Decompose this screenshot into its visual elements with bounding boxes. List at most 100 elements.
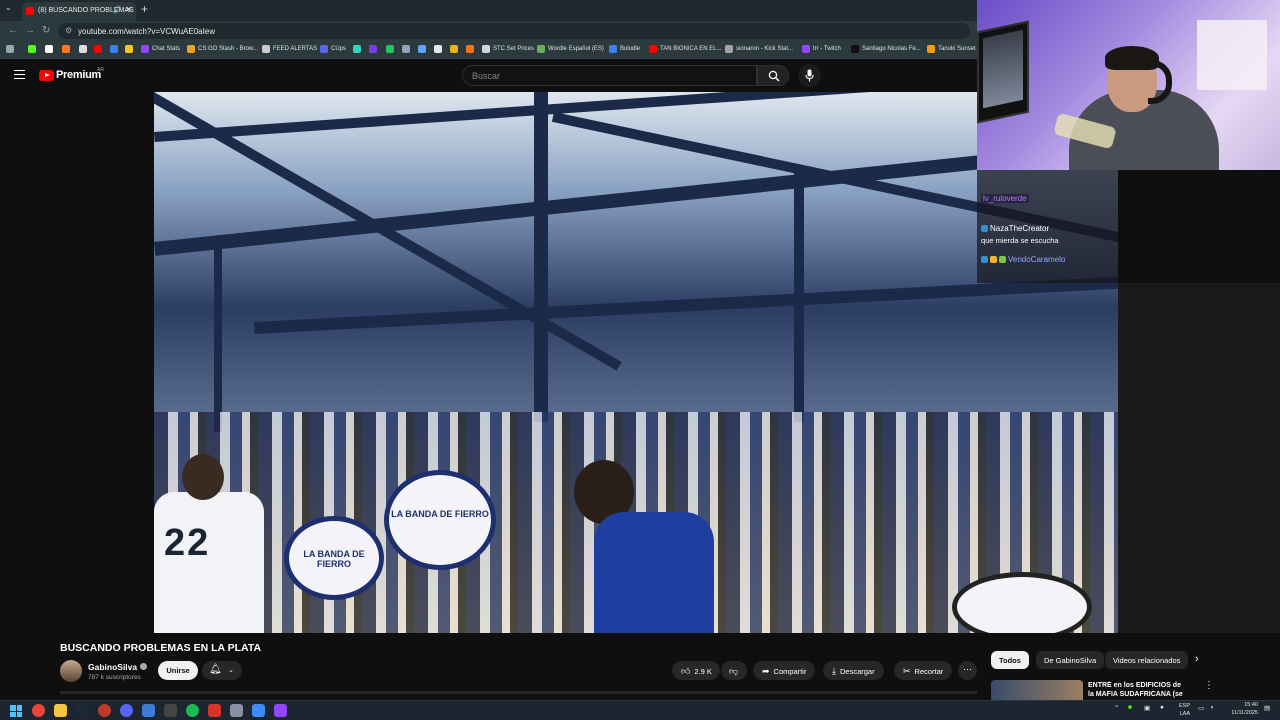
bookmark-stc-set-prices[interactable]: STC Set Prices (482, 45, 534, 53)
app-icon[interactable] (230, 704, 243, 717)
twitch-icon[interactable] (274, 704, 287, 717)
video-player[interactable]: 22 LA BANDA DE FIERRO LA BANDA DE FIERRO (154, 92, 1118, 633)
tray-app-icon[interactable]: ■ (1128, 704, 1132, 711)
steam-icon[interactable] (76, 704, 89, 717)
bookmark-twitch[interactable]: trr - Twitch (802, 45, 841, 53)
bookmark-tanuki[interactable]: Tanuki Sunset (927, 45, 976, 53)
bookmark-icon[interactable] (79, 45, 87, 53)
bookmark-icon[interactable] (28, 45, 36, 53)
bookmark-icon[interactable] (125, 45, 133, 53)
tray-app-icon[interactable]: ▣ (1144, 704, 1150, 712)
description-divider (60, 691, 977, 694)
tray-app-icon[interactable]: ● (1160, 704, 1164, 711)
bookmark-icon[interactable] (402, 45, 410, 53)
clock-time[interactable]: 15:40 (1222, 702, 1258, 708)
reload-icon[interactable]: ↻ (42, 25, 50, 36)
chrome-icon[interactable] (32, 704, 45, 717)
related-thumbnail[interactable] (991, 680, 1083, 700)
windows-start-icon[interactable] (10, 705, 22, 717)
dislike-button[interactable]: 👎︎ (721, 661, 747, 680)
scissors-icon: ✂ (903, 666, 911, 676)
bookmark-boludle[interactable]: Boludle (609, 45, 640, 53)
app-icon[interactable] (208, 704, 221, 717)
tab-search-icon[interactable]: ⌄ (5, 3, 12, 12)
join-button[interactable]: Unirse (158, 661, 198, 680)
bookmark-icon[interactable] (418, 45, 426, 53)
input-language-variant[interactable]: LAA (1174, 711, 1190, 717)
jersey-number: 22 (164, 522, 211, 564)
notifications-button[interactable]: 🔔︎ ⌄ (202, 661, 242, 680)
bookmark-icon[interactable] (62, 45, 70, 53)
menu-icon[interactable] (14, 70, 25, 79)
share-button[interactable]: ➦ Compartir (753, 661, 816, 680)
url-field[interactable]: ⚙ youtube.com/watch?v=VCWuAE0aIew (58, 23, 970, 39)
stadium-beam (154, 92, 622, 371)
bookmark-tan-bionica[interactable]: TAN BIONICA EN EL... (649, 45, 722, 53)
bookmark-icon[interactable] (110, 45, 118, 53)
app-icon[interactable] (98, 704, 111, 717)
bookmark-chat-stats[interactable]: Chat Stats (141, 45, 180, 53)
spotify-icon[interactable] (186, 704, 199, 717)
verified-icon (140, 663, 148, 670)
more-options-icon[interactable]: ⋮ (1204, 680, 1214, 691)
chip-todos[interactable]: Todos (991, 651, 1029, 669)
bookmark-kick-stats[interactable]: sionaron - Kick Stat... (725, 45, 793, 53)
bookmark-icon[interactable] (450, 45, 458, 53)
bookmark-icon[interactable] (434, 45, 442, 53)
chat-text: que mierda se escucha (981, 236, 1059, 245)
video-title: BUSCANDO PROBLEMAS EN LA PLATA (60, 642, 262, 654)
bookmark-icon[interactable] (386, 45, 394, 53)
bookmark-icon[interactable] (45, 45, 53, 53)
related-title[interactable]: ENTRÉ en los EDIFICIOS de la MAFIA SUDAF… (1088, 681, 1188, 700)
download-button[interactable]: ⤓ Descargar (823, 661, 884, 680)
clock-date[interactable]: 11/11/2025 (1222, 710, 1258, 716)
more-actions-icon[interactable]: ⋯ (958, 661, 977, 680)
close-tab-icon[interactable]: ✕ (125, 5, 132, 14)
bookmark-icon[interactable] (466, 45, 474, 53)
youtube-logo-icon[interactable] (39, 70, 54, 81)
premium-logo-text[interactable]: Premium (56, 69, 101, 81)
stadium-column (534, 92, 548, 422)
bookmark-wordle[interactable]: Wordle Español (ES) (537, 45, 604, 53)
bookmark-cups[interactable]: CUps (320, 45, 346, 53)
search-button[interactable] (757, 65, 789, 86)
back-icon[interactable]: ← (8, 25, 18, 36)
youtube-favicon-icon (26, 7, 34, 15)
bookmark-icon[interactable] (353, 45, 361, 53)
input-language[interactable]: ESP (1174, 703, 1190, 709)
bookmark-csgo-stash[interactable]: CS:GO Stash - Brow... (187, 45, 258, 53)
person-shirt (594, 512, 714, 633)
apps-icon[interactable] (6, 45, 14, 53)
bookmark-icon[interactable] (94, 45, 102, 53)
speaker-icon[interactable]: 🔊 (113, 6, 122, 14)
new-tab-icon[interactable]: + (141, 2, 148, 16)
stadium-beam (254, 274, 1118, 334)
bookmark-tiktok[interactable]: Santiago Nicolas Fe... (851, 45, 921, 53)
notifications-icon[interactable]: ▤ (1264, 704, 1270, 712)
chip-channel[interactable]: De GabinoSilva (1036, 651, 1105, 669)
app-icon[interactable] (252, 704, 265, 717)
discord-icon[interactable] (120, 704, 133, 717)
person-head (182, 454, 224, 500)
channel-name[interactable]: GabinoSilva (88, 662, 148, 672)
bell-icon: 🔔︎ (209, 664, 222, 675)
like-button[interactable]: 👍︎ 2.9 K (672, 661, 720, 680)
bookmark-icon[interactable] (369, 45, 377, 53)
display-icon[interactable]: ▭ (1198, 704, 1204, 712)
browser-tab[interactable]: (8) BUSCANDO PROBLEMAS 🔊 ✕ (22, 2, 136, 21)
search-input[interactable]: Buscar (462, 65, 757, 86)
app-icon[interactable] (142, 704, 155, 717)
chip-related[interactable]: Videos relacionados (1105, 651, 1189, 669)
file-explorer-icon[interactable] (54, 704, 67, 717)
voice-search-button[interactable] (798, 64, 821, 87)
bookmark-feed-alertas[interactable]: FEED ALERTAS (262, 45, 317, 53)
chat-message: VendoCaramelo (981, 255, 1065, 264)
forward-icon[interactable]: → (25, 25, 35, 36)
app-icon[interactable] (164, 704, 177, 717)
volume-icon[interactable]: ◖ (1210, 704, 1214, 711)
clip-button[interactable]: ✂ Recortar (894, 661, 953, 680)
channel-avatar[interactable] (60, 660, 82, 682)
tray-chevron-icon[interactable]: ⌃ (1114, 704, 1119, 712)
chevron-right-icon[interactable]: › (1195, 653, 1199, 665)
site-info-icon[interactable]: ⚙ (65, 26, 72, 35)
